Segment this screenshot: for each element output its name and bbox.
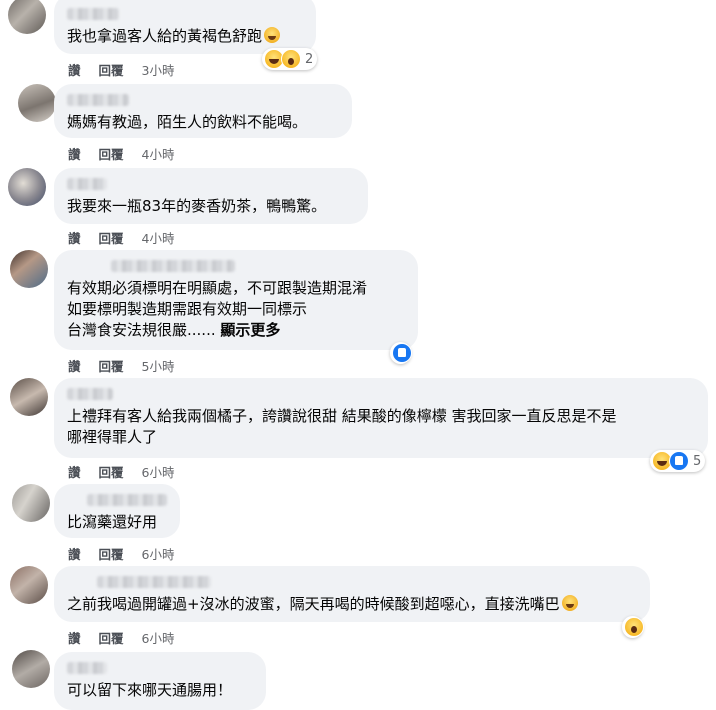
like-icon [392, 343, 412, 363]
comment-actions: 讚 回覆 3小時 [68, 60, 192, 79]
reply-link[interactable]: 回覆 [99, 356, 124, 375]
comment-actions: 讚 回覆 4小時 [68, 228, 192, 247]
comment-text: 媽媽有教過，陌生人的飲料不能喝。 [67, 113, 308, 131]
avatar[interactable] [10, 250, 48, 288]
reply-link[interactable]: 回覆 [99, 144, 124, 163]
avatar[interactable] [8, 0, 46, 34]
commenter-name-blurred[interactable] [111, 260, 235, 272]
avatar[interactable] [18, 84, 56, 122]
avatar[interactable] [10, 566, 48, 604]
commenter-name-blurred[interactable] [67, 8, 119, 20]
wow-icon [281, 49, 301, 69]
timestamp[interactable]: 5小時 [142, 356, 175, 375]
timestamp[interactable]: 4小時 [142, 228, 175, 247]
like-link[interactable]: 讚 [68, 144, 81, 163]
reaction-summary[interactable] [390, 342, 412, 364]
comment-text: 有效期必須標明在明顯處，不可跟製造期混淆 如要標明製造期需跟有效期一同標示 台灣… [67, 279, 368, 339]
commenter-name-blurred[interactable] [67, 94, 129, 106]
reply-link[interactable]: 回覆 [99, 628, 124, 647]
like-link[interactable]: 讚 [68, 544, 81, 563]
reply-link[interactable]: 回覆 [99, 60, 124, 79]
grinning-sweat-emoji [264, 27, 281, 43]
reaction-summary[interactable] [622, 616, 644, 638]
timestamp[interactable]: 3小時 [142, 60, 175, 79]
comment-text: 上禮拜有客人給我兩個橘子，誇讚說很甜 結果酸的像檸檬 害我回家一直反思是不是 哪… [67, 407, 617, 446]
reply-link[interactable]: 回覆 [99, 228, 124, 247]
comment-bubble: 之前我喝過開罐過+沒冰的波蜜，隔天再喝的時候酸到超噁心，直接洗嘴巴 [54, 566, 650, 622]
reaction-count: 2 [305, 51, 314, 67]
comment-text: 我也拿過客人給的黃褐色舒跑 [67, 26, 303, 47]
avatar[interactable] [12, 484, 50, 522]
avatar[interactable] [12, 650, 50, 688]
comment-actions: 讚 回覆 6小時 [68, 628, 192, 647]
reaction-summary[interactable]: 2 [262, 48, 318, 70]
like-link[interactable]: 讚 [68, 462, 81, 481]
comment-bubble: 比瀉藥還好用 [54, 484, 180, 538]
comment-text: 可以留下來哪天通腸用！ [67, 681, 233, 699]
show-more-link[interactable]: 顯示更多 [220, 321, 280, 339]
comment-text: 之前我喝過開罐過+沒冰的波蜜，隔天再喝的時候酸到超噁心，直接洗嘴巴 [67, 594, 637, 615]
avatar[interactable] [8, 168, 46, 206]
grinning-sweat-emoji [561, 595, 578, 611]
wow-icon [624, 617, 644, 637]
like-link[interactable]: 讚 [68, 228, 81, 247]
comment-bubble: 我也拿過客人給的黃褐色舒跑 [54, 0, 316, 54]
like-link[interactable]: 讚 [68, 628, 81, 647]
reaction-count: 5 [693, 453, 702, 469]
comment-bubble: 上禮拜有客人給我兩個橘子，誇讚說很甜 結果酸的像檸檬 害我回家一直反思是不是 哪… [54, 378, 708, 458]
avatar[interactable] [10, 378, 48, 416]
like-icon [669, 451, 689, 471]
comment-text: 我要來一瓶83年的麥香奶茶，鴨鴨驚。 [67, 197, 327, 215]
timestamp[interactable]: 6小時 [142, 628, 175, 647]
commenter-name-blurred[interactable] [67, 178, 107, 190]
timestamp[interactable]: 6小時 [142, 462, 175, 481]
reply-link[interactable]: 回覆 [99, 544, 124, 563]
commenter-name-blurred[interactable] [87, 494, 167, 506]
timestamp[interactable]: 6小時 [142, 544, 175, 563]
comment-text: 比瀉藥還好用 [67, 513, 158, 531]
comment-bubble: 有效期必須標明在明顯處，不可跟製造期混淆 如要標明製造期需跟有效期一同標示 台灣… [54, 250, 418, 350]
timestamp[interactable]: 4小時 [142, 144, 175, 163]
reaction-summary[interactable]: 5 [650, 450, 706, 472]
commenter-name-blurred[interactable] [67, 388, 113, 400]
commenter-name-blurred[interactable] [67, 662, 107, 674]
comment-actions: 讚 回覆 4小時 [68, 144, 192, 163]
comment-actions: 讚 回覆 6小時 [68, 462, 192, 481]
reply-link[interactable]: 回覆 [99, 462, 124, 481]
comment-bubble: 媽媽有教過，陌生人的飲料不能喝。 [54, 84, 352, 138]
comment-bubble: 我要來一瓶83年的麥香奶茶，鴨鴨驚。 [54, 168, 368, 224]
comment-actions: 讚 回覆 6小時 [68, 544, 192, 563]
like-link[interactable]: 讚 [68, 60, 81, 79]
like-link[interactable]: 讚 [68, 356, 81, 375]
comment-actions: 讚 回覆 5小時 [68, 356, 192, 375]
comment-bubble: 可以留下來哪天通腸用！ [54, 652, 266, 710]
commenter-name-blurred[interactable] [97, 576, 211, 588]
